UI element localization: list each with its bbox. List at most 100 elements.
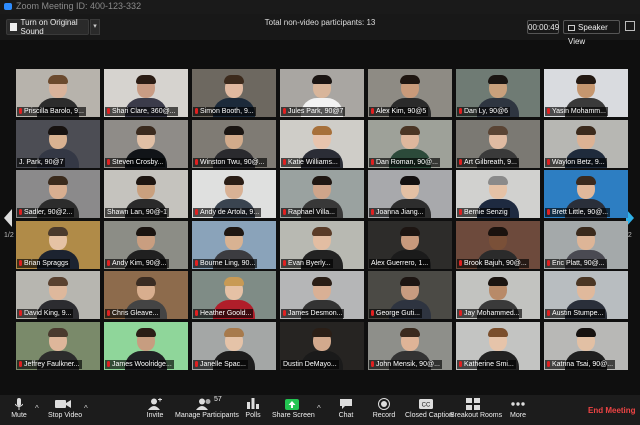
participant-name-label: Eric Platt, 90@... <box>545 258 607 268</box>
participant-hair <box>400 125 420 135</box>
participant-name-label: Janelle Spac... <box>193 359 248 369</box>
participant-name-label: Alex Guerrero, 1... <box>369 258 431 268</box>
participant-tile[interactable]: Yasin Mohamm... <box>544 69 628 117</box>
participant-tile[interactable]: Brett Little, 90@... <box>544 170 628 218</box>
participant-tile[interactable]: Alex Kim, 90@5 <box>368 69 452 117</box>
muted-mic-icon <box>107 360 110 367</box>
breakout-rooms-button[interactable]: Breakout Rooms <box>450 397 502 419</box>
participant-name-label: Waylon Betz, 9... <box>545 157 607 167</box>
participant-tile[interactable]: John Mensik, 90@... <box>368 321 452 370</box>
participant-tile[interactable]: Jeffrey Faulkner... <box>16 321 100 370</box>
participant-name-label: Dan Ly, 90@6 <box>457 107 511 116</box>
participant-tile[interactable]: Bourne Ling, 90... <box>192 220 276 269</box>
participant-tile[interactable]: Austin Stumpe... <box>544 271 628 319</box>
participant-tile[interactable]: James Desmon... <box>280 271 364 319</box>
participant-tile[interactable]: Simon Booth, 9... <box>192 69 276 117</box>
participant-tile[interactable]: Raphael Villa... <box>280 170 364 218</box>
participant-tile[interactable]: James Woolridge... <box>104 321 188 370</box>
manage-participants-button[interactable]: Manage Participants <box>175 397 239 419</box>
polls-button[interactable]: Polls <box>243 397 263 419</box>
mute-button[interactable]: Mute <box>8 397 30 419</box>
end-meeting-button[interactable]: End Meeting <box>588 406 636 415</box>
participant-hair <box>48 277 68 286</box>
participant-count-badge: 57 <box>214 396 222 403</box>
participant-tile[interactable]: Brook Bajuh, 90@... <box>456 220 540 269</box>
share-options-caret-icon[interactable]: ^ <box>317 404 321 413</box>
participant-tile[interactable]: Katie Williams... <box>280 119 364 168</box>
participant-tile[interactable]: Shawn Lan, 90@-1 <box>104 170 188 218</box>
participant-tile[interactable]: Bernie Senzig <box>456 170 540 218</box>
fullscreen-icon[interactable] <box>625 21 635 31</box>
participant-tile[interactable]: Jules Park, 90@7 <box>280 69 364 117</box>
participant-tile[interactable]: Brian Spraggs <box>16 220 100 269</box>
participant-tile[interactable]: Priscilla Barolo, 9... <box>16 69 100 117</box>
participant-tile[interactable]: Alex Guerrero, 1... <box>368 220 452 269</box>
meeting-controls: Mute ^ Stop Video ^ Invite Manage Partic… <box>0 395 640 425</box>
participant-tile[interactable]: Winston Twu, 90@... <box>192 119 276 168</box>
participant-hair <box>224 277 244 286</box>
participant-tile[interactable]: Waylon Betz, 9... <box>544 119 628 168</box>
participants-icon <box>196 398 211 410</box>
record-icon <box>378 397 390 410</box>
muted-mic-icon <box>459 108 462 114</box>
stop-video-button[interactable]: Stop Video <box>48 397 83 419</box>
zoom-logo-icon <box>4 3 12 10</box>
participant-tile[interactable]: Shari Clare, 360@... <box>104 69 188 117</box>
muted-mic-icon <box>195 209 198 215</box>
participant-tile[interactable]: Dustin DeMayo... <box>280 321 364 370</box>
participant-tile[interactable]: Janelle Spac... <box>192 321 276 370</box>
video-options-caret-icon[interactable]: ^ <box>84 404 88 413</box>
participant-tile[interactable]: J. Park, 90@7 <box>16 119 100 168</box>
participant-name: Alex Guerrero, 1... <box>371 259 429 267</box>
participant-name-label: Katherine Smi... <box>457 359 516 369</box>
participant-tile[interactable]: Heather Goold... <box>192 271 276 319</box>
muted-mic-icon <box>19 360 22 367</box>
more-button[interactable]: More <box>507 397 529 419</box>
participant-tile[interactable]: Evan Byerly... <box>280 220 364 269</box>
participant-tile[interactable]: Andy de Artola, 9... <box>192 170 276 218</box>
participant-hair <box>136 125 156 135</box>
participant-hair <box>576 176 596 185</box>
participant-tile[interactable]: Chris Gleave... <box>104 271 188 319</box>
participant-name: Winston Twu, 90@... <box>200 158 265 166</box>
participant-tile[interactable]: Andy Kim, 90@... <box>104 220 188 269</box>
view-grid-icon <box>568 25 575 31</box>
participant-hair <box>488 176 508 185</box>
muted-mic-icon <box>547 310 550 316</box>
participant-tile[interactable]: Dan Ly, 90@6 <box>456 69 540 117</box>
muted-mic-icon <box>19 209 22 215</box>
participant-hair <box>48 125 68 135</box>
invite-button[interactable]: Invite <box>144 397 166 419</box>
participant-name: Brook Bajuh, 90@... <box>464 259 527 267</box>
participant-name-label: Simon Booth, 9... <box>193 107 256 116</box>
muted-mic-icon <box>19 108 22 114</box>
participant-hair <box>136 75 156 84</box>
participant-tile[interactable]: Eric Platt, 90@... <box>544 220 628 269</box>
participant-name: Alex Kim, 90@5 <box>376 108 427 115</box>
prev-page-button[interactable] <box>4 209 13 227</box>
more-label: More <box>510 412 526 419</box>
muted-mic-icon <box>195 259 198 266</box>
chat-button[interactable]: Chat <box>336 397 356 419</box>
speaker-view-button[interactable]: Speaker View <box>563 20 620 46</box>
participant-tile[interactable]: Steven Crosby... <box>104 119 188 168</box>
audio-options-caret-icon[interactable]: ^ <box>35 404 39 413</box>
participant-tile[interactable]: Joanna Jiang... <box>368 170 452 218</box>
participant-tile[interactable]: Katrina Tsai, 90@... <box>544 321 628 370</box>
closed-caption-button[interactable]: CC Closed Caption <box>405 397 453 419</box>
participant-name-label: George Guti... <box>369 309 422 318</box>
share-screen-button[interactable]: Share Screen <box>272 397 315 419</box>
participant-tile[interactable]: Art Gilbreath, 9... <box>456 119 540 168</box>
invite-label: Invite <box>146 412 164 419</box>
participant-tile[interactable]: Katherine Smi... <box>456 321 540 370</box>
muted-mic-icon <box>371 360 374 367</box>
participant-name-label: Raphael Villa... <box>281 208 337 217</box>
participant-tile[interactable]: Sadler, 90@2... <box>16 170 100 218</box>
participant-tile[interactable]: David King, 9... <box>16 271 100 319</box>
participant-hair <box>224 226 244 236</box>
stop-video-label: Stop Video <box>48 412 83 419</box>
participant-tile[interactable]: Dan Roman, 90@... <box>368 119 452 168</box>
participant-tile[interactable]: George Guti... <box>368 271 452 319</box>
participant-tile[interactable]: Jay Mohammed... <box>456 271 540 319</box>
record-button[interactable]: Record <box>372 397 396 419</box>
